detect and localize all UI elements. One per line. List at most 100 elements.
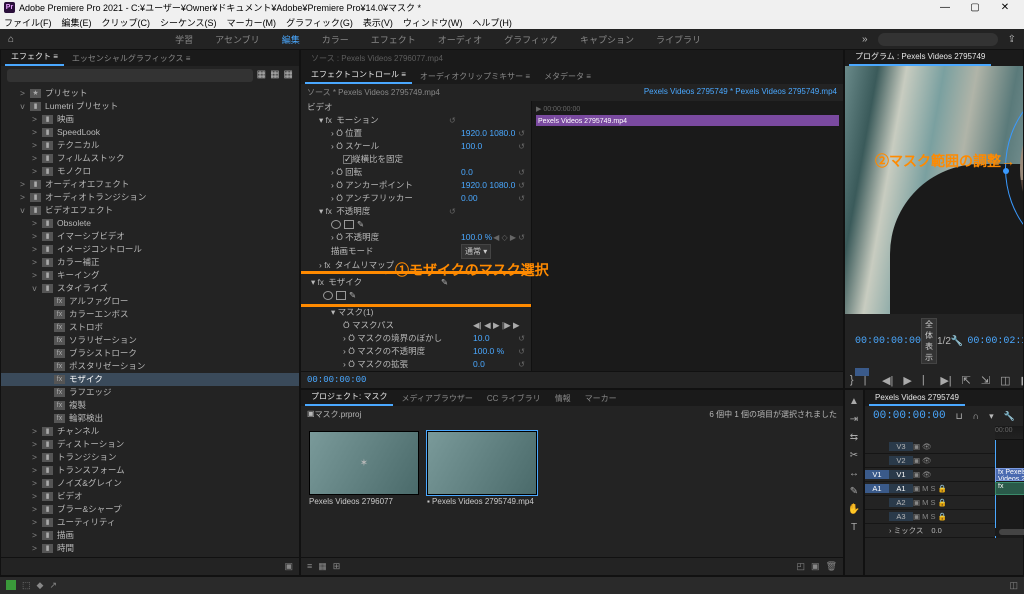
program-tc-left[interactable]: 00:00:00:00: [855, 336, 921, 347]
slip-tool-icon[interactable]: ↔: [849, 468, 859, 479]
effect-folder[interactable]: >▮キーイング: [1, 269, 299, 282]
menu-item[interactable]: 編集(E): [62, 16, 92, 29]
type-tool-icon[interactable]: T: [851, 522, 857, 533]
home-icon[interactable]: ⌂: [8, 34, 14, 45]
pen-tool-icon[interactable]: ✎: [850, 486, 858, 497]
step-fwd-icon[interactable]: |▶: [922, 374, 930, 389]
track-headers[interactable]: V3▣ 👁V2▣ 👁V1V1▣ 👁A1A1▣ M S 🔒A2▣ M S 🔒A3▣…: [865, 426, 995, 538]
effect-folder[interactable]: v▮スタイライズ: [1, 282, 299, 295]
razor-tool-icon[interactable]: ✂: [850, 450, 858, 461]
tl-settings-icon[interactable]: 🔧: [1004, 411, 1015, 422]
effect-folder[interactable]: >▮ブラー&シャープ: [1, 503, 299, 516]
project-bin-name[interactable]: マスク.prproj: [315, 409, 362, 420]
fx-filter-icon[interactable]: ▦: [257, 69, 266, 82]
new-item-icon[interactable]: ◰: [797, 561, 806, 572]
source-sub-tab[interactable]: エフェクトコントロール ≡: [305, 67, 412, 84]
workspace-tab[interactable]: 編集: [282, 33, 300, 46]
maximize-button[interactable]: ▢: [960, 2, 990, 13]
effect-item[interactable]: fxポスタリゼーション: [1, 360, 299, 373]
new-bin2-icon[interactable]: ▣: [811, 561, 820, 572]
effect-folder[interactable]: >▮イメージコントロール: [1, 243, 299, 256]
workspace-tab[interactable]: 学習: [175, 33, 193, 46]
effect-item[interactable]: fxカラーエンボス: [1, 308, 299, 321]
project-tab[interactable]: メディアブラウザー: [395, 391, 478, 406]
selection-tool-icon[interactable]: ▲: [849, 396, 859, 407]
project-tabs[interactable]: プロジェクト: マスクメディアブラウザーCC ライブラリ情報マーカー: [301, 390, 843, 406]
workspace-tab[interactable]: アセンブリ: [215, 33, 260, 46]
effect-folder[interactable]: >★プリセット: [1, 87, 299, 100]
source-panel-tabs[interactable]: ソース : Pexels Videos 2796077.mp4: [301, 50, 843, 66]
workspace-tab[interactable]: オーディオ: [438, 33, 482, 46]
timeline-hscroll[interactable]: [995, 528, 1023, 536]
effect-folder[interactable]: >▮モノクロ: [1, 165, 299, 178]
program-tab[interactable]: プログラム : Pexels Videos 2795749: [849, 49, 991, 66]
source-sub-tab[interactable]: メタデータ ≡: [538, 69, 597, 84]
menu-item[interactable]: クリップ(C): [102, 16, 151, 29]
effects-tree[interactable]: >★プリセットv▮Lumetri プリセット>▮映画>▮SpeedLook>▮テ…: [1, 85, 299, 557]
project-clip[interactable]: ▪ Pexels Videos 2795749.mp4: [427, 431, 537, 549]
effect-item[interactable]: fxラフエッジ: [1, 386, 299, 399]
timeline-tc[interactable]: 00:00:00:00: [873, 410, 946, 422]
effect-folder[interactable]: >▮オーディオトランジション: [1, 191, 299, 204]
effect-folder[interactable]: >▮ユーティリティ: [1, 516, 299, 529]
effect-folder[interactable]: >▮チャンネル: [1, 425, 299, 438]
menu-item[interactable]: 表示(V): [363, 16, 393, 29]
effect-item[interactable]: fx複製: [1, 399, 299, 412]
track-select-icon[interactable]: ⇥: [850, 414, 858, 425]
menu-item[interactable]: シーケンス(S): [160, 16, 217, 29]
effect-folder[interactable]: >▮ビデオ: [1, 490, 299, 503]
program-tc-right[interactable]: 00:00:02:13: [967, 336, 1024, 347]
effect-item[interactable]: fxソラリゼーション: [1, 334, 299, 347]
effect-folder[interactable]: >▮映画: [1, 113, 299, 126]
close-button[interactable]: ✕: [990, 2, 1020, 13]
timeline-seq-tab[interactable]: Pexels Videos 2795749: [869, 391, 965, 406]
effect-item[interactable]: fx輪郭検出: [1, 412, 299, 425]
effect-folder[interactable]: >▮トランジション: [1, 451, 299, 464]
effects-tab[interactable]: エフェクト ≡: [5, 49, 64, 66]
tl-link-icon[interactable]: ∩: [973, 411, 979, 421]
project-tab[interactable]: マーカー: [579, 391, 623, 406]
export-frame-icon[interactable]: ◫: [1000, 374, 1010, 389]
effect-folder[interactable]: >▮オーディオエフェクト: [1, 178, 299, 191]
effect-controls-list[interactable]: ビデオ▾ fx モーション↺› Ö 位置1920.0 1080.0↺› Ö スケ…: [301, 101, 843, 371]
project-thumbnails[interactable]: ✶Pexels Videos 2796077▪ Pexels Videos 27…: [301, 423, 843, 557]
workspace-tab[interactable]: キャプション: [580, 33, 634, 46]
program-transport[interactable]: ▾ { } |◀ ◀| ▶ |▶ ▶| ⇱ ⇲ ◫ ◧ +: [845, 368, 1023, 389]
time-ruler[interactable]: 00:0000:00:14:2300:00:29:2300:00:44:2200…: [995, 426, 1023, 440]
workspace-tab[interactable]: エフェクト: [371, 33, 416, 46]
effect-folder[interactable]: v▮Lumetri プリセット: [1, 100, 299, 113]
ripple-tool-icon[interactable]: ⇆: [850, 432, 858, 443]
program-viewport[interactable]: ②マスク範囲の調整→: [845, 66, 1023, 314]
source-sub-tabs[interactable]: エフェクトコントロール ≡オーディオクリップミキサー ≡メタデータ ≡: [301, 66, 843, 84]
status-tool1-icon[interactable]: ⬚: [22, 580, 31, 591]
goto-out-icon[interactable]: ▶|: [940, 374, 951, 389]
effect-item[interactable]: fxブラシストローク: [1, 347, 299, 360]
effect-folder[interactable]: >▮時間: [1, 542, 299, 555]
ec-head-right[interactable]: Pexels Videos 2795749 * Pexels Videos 27…: [644, 87, 837, 98]
mark-out-icon[interactable]: }: [850, 374, 854, 389]
workspace-tab[interactable]: グラフィック: [504, 33, 558, 46]
effect-item[interactable]: fxアルファグロー: [1, 295, 299, 308]
track-lanes[interactable]: 00:0000:00:14:2300:00:29:2300:00:44:2200…: [995, 426, 1023, 538]
icon-view-icon[interactable]: ▦: [318, 561, 327, 572]
menu-item[interactable]: ヘルプ(H): [472, 16, 512, 29]
project-clip[interactable]: ✶Pexels Videos 2796077: [309, 431, 419, 549]
effect-folder[interactable]: >▮SpeedLook: [1, 126, 299, 139]
menu-item[interactable]: ウィンドウ(W): [403, 16, 463, 29]
compare-icon[interactable]: ◧: [1020, 374, 1024, 389]
goto-in-icon[interactable]: |◀: [864, 374, 872, 389]
clip-audio-a1[interactable]: fx: [995, 482, 1024, 495]
status-tool2-icon[interactable]: ◆: [37, 580, 44, 591]
hand-tool-icon[interactable]: ✋: [848, 504, 860, 515]
program-zoom-select[interactable]: 全体表示: [921, 318, 937, 364]
project-tab[interactable]: 情報: [549, 391, 577, 406]
effect-folder[interactable]: >▮テクニカル: [1, 139, 299, 152]
effects-search-input[interactable]: [7, 69, 253, 82]
effect-folder[interactable]: v▮ビデオエフェクト: [1, 204, 299, 217]
effect-folder[interactable]: >▮ノイズ&グレイン: [1, 477, 299, 490]
effect-item[interactable]: fxモザイク: [1, 373, 299, 386]
effect-folder[interactable]: >▮フィルムストック: [1, 152, 299, 165]
bread-crumb-icon[interactable]: ▣: [307, 409, 315, 420]
menu-item[interactable]: マーカー(M): [227, 16, 277, 29]
project-tab[interactable]: CC ライブラリ: [481, 391, 547, 406]
